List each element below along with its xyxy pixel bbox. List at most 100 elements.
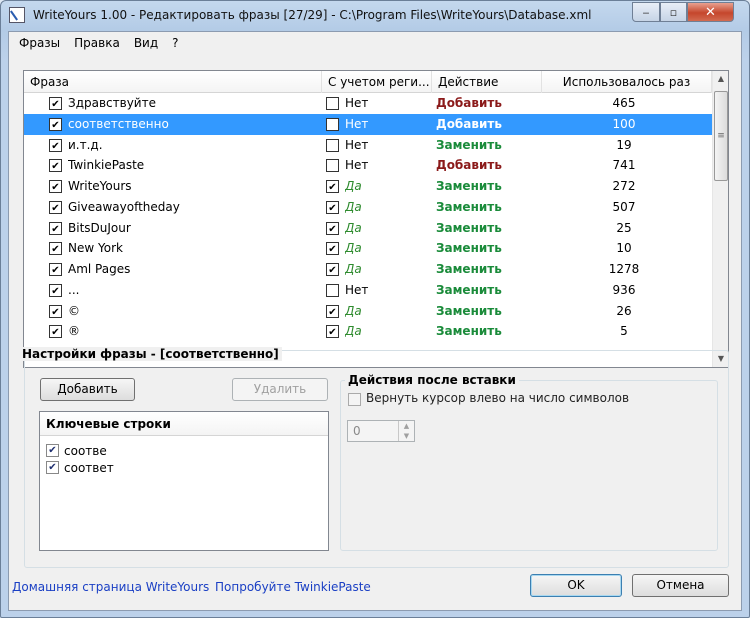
table-row[interactable]: New York Да Заменить 10 [24, 238, 712, 259]
ok-button[interactable]: OK [530, 574, 622, 597]
row-phrase: и.т.д. [68, 137, 103, 152]
row-phrase: Aml Pages [68, 262, 131, 276]
col-action[interactable]: Действие [432, 71, 542, 93]
row-case: Да [345, 324, 362, 339]
row-enabled-checkbox[interactable] [49, 304, 62, 318]
row-phrase: Здравствуйте [68, 96, 156, 110]
row-case-checkbox[interactable] [326, 263, 339, 276]
col-phrase[interactable]: Фраза [24, 71, 322, 93]
row-count: 25 [616, 220, 632, 235]
phrase-settings-title: Настройки фразы - [соответственно] [19, 347, 282, 361]
menu-phrases[interactable]: Фразы [12, 36, 67, 50]
menu-help[interactable]: ? [165, 36, 185, 50]
col-case[interactable]: С учетом реги... [322, 71, 432, 93]
row-case-checkbox[interactable] [326, 117, 339, 131]
table-row[interactable]: Giveawayoftheday Да Заменить 507 [24, 197, 712, 218]
row-action: Добавить [436, 158, 502, 173]
table-row[interactable]: BitsDuJour Да Заменить 25 [24, 218, 712, 239]
row-case: Да [345, 199, 362, 214]
row-phrase: © [68, 303, 80, 318]
try-twinkiepaste-link[interactable]: Попробуйте TwinkiePaste [215, 580, 371, 594]
table-scrollbar[interactable]: ▲ ≡ ▼ [712, 71, 728, 367]
key-text: соответ [64, 461, 114, 475]
delete-key-button[interactable]: Удалить [232, 378, 328, 401]
table-row[interactable]: Aml Pages Да Заменить 1278 [24, 259, 712, 280]
row-count: 1278 [608, 262, 640, 276]
row-phrase: New York [68, 241, 123, 256]
key-checkbox[interactable]: ✔ [46, 444, 59, 457]
row-case: Нет [345, 137, 369, 152]
cancel-button[interactable]: Отмена [632, 574, 729, 597]
title-bar[interactable]: WriteYours 1.00 - Редактировать фразы [2… [1, 1, 749, 31]
row-count: 936 [612, 282, 636, 297]
menu-view[interactable]: Вид [127, 36, 165, 50]
key-strings-header: Ключевые строки [40, 412, 328, 436]
scroll-up-icon[interactable]: ▲ [713, 71, 728, 87]
row-enabled-checkbox[interactable] [49, 263, 62, 276]
scroll-thumb[interactable]: ≡ [714, 91, 728, 181]
row-enabled-checkbox[interactable] [49, 200, 62, 214]
row-case-checkbox[interactable] [326, 138, 339, 152]
cursor-back-checkbox[interactable] [348, 393, 361, 406]
row-case: Да [345, 262, 362, 276]
row-enabled-checkbox[interactable] [49, 325, 62, 339]
row-action: Заменить [436, 137, 502, 152]
table-row[interactable]: Здравствуйте Нет Добавить 465 [24, 93, 712, 114]
row-case-checkbox[interactable] [326, 304, 339, 318]
row-case-checkbox[interactable] [326, 200, 339, 214]
row-count: 465 [612, 96, 636, 110]
row-case: Нет [345, 158, 369, 173]
row-count: 10 [616, 241, 632, 256]
main-window: WriteYours 1.00 - Редактировать фразы [2… [0, 0, 750, 618]
key-checkbox[interactable]: ✔ [46, 461, 59, 474]
row-case-checkbox[interactable] [326, 180, 339, 193]
minimize-button[interactable]: ‒ [632, 2, 660, 22]
row-phrase: Giveawayoftheday [68, 199, 180, 214]
row-case-checkbox[interactable] [326, 159, 339, 173]
row-enabled-checkbox[interactable] [49, 283, 62, 297]
row-case-checkbox[interactable] [326, 221, 339, 235]
row-enabled-checkbox[interactable] [49, 138, 62, 152]
add-key-button[interactable]: Добавить [40, 378, 135, 401]
phrases-table[interactable]: Фраза С учетом реги... Действие Использо… [23, 70, 729, 368]
row-enabled-checkbox[interactable] [49, 180, 62, 193]
row-action: Заменить [436, 324, 502, 339]
maximize-button[interactable]: ▫ [660, 2, 687, 22]
table-body: Здравствуйте Нет Добавить 465 соответственно… [24, 93, 712, 342]
spin-down-icon[interactable]: ▼ [399, 431, 414, 441]
row-enabled-checkbox[interactable] [49, 117, 62, 131]
row-action: Заменить [436, 220, 502, 235]
row-case: Да [345, 220, 362, 235]
menu-edit[interactable]: Правка [67, 36, 127, 50]
row-case: Нет [345, 282, 369, 297]
row-enabled-checkbox[interactable] [49, 97, 62, 110]
row-count: 100 [612, 116, 636, 131]
row-enabled-checkbox[interactable] [49, 221, 62, 235]
row-phrase: ... [68, 282, 80, 297]
home-page-link[interactable]: Домашняя страница WriteYours [12, 580, 209, 594]
row-case-checkbox[interactable] [326, 325, 339, 339]
row-phrase: WriteYours [68, 179, 132, 193]
table-row[interactable]: TwinkiePaste Нет Добавить 741 [24, 155, 712, 176]
table-row[interactable]: ® Да Заменить 5 [24, 321, 712, 342]
row-case-checkbox[interactable] [326, 242, 339, 256]
spin-up-icon[interactable]: ▲ [399, 421, 414, 431]
key-strings-list[interactable]: Ключевые строки ✔ соотве ✔ соответ [39, 411, 329, 551]
row-enabled-checkbox[interactable] [49, 159, 62, 173]
row-case: Да [345, 241, 362, 256]
table-row[interactable]: соответственно Нет Добавить 100 [24, 113, 712, 135]
table-row[interactable]: WriteYours Да Заменить 272 [24, 176, 712, 197]
client-area: Фразы Правка Вид ? Фраза С учетом реги..… [8, 31, 742, 611]
col-count[interactable]: Использовалось раз [542, 71, 712, 93]
app-icon [9, 7, 25, 23]
row-case-checkbox[interactable] [326, 283, 339, 297]
table-row[interactable]: ... Нет Заменить 936 [24, 280, 712, 301]
window-title: WriteYours 1.00 - Редактировать фразы [2… [33, 8, 592, 22]
row-case-checkbox[interactable] [326, 97, 339, 110]
table-row[interactable]: и.т.д. Нет Заменить 19 [24, 135, 712, 156]
row-enabled-checkbox[interactable] [49, 242, 62, 256]
close-button[interactable]: ✕ [687, 2, 734, 22]
table-header: Фраза С учетом реги... Действие Использо… [24, 71, 712, 93]
cursor-count-stepper[interactable]: 0 ▲ ▼ [347, 420, 415, 442]
table-row[interactable]: © Да Заменить 26 [24, 301, 712, 322]
